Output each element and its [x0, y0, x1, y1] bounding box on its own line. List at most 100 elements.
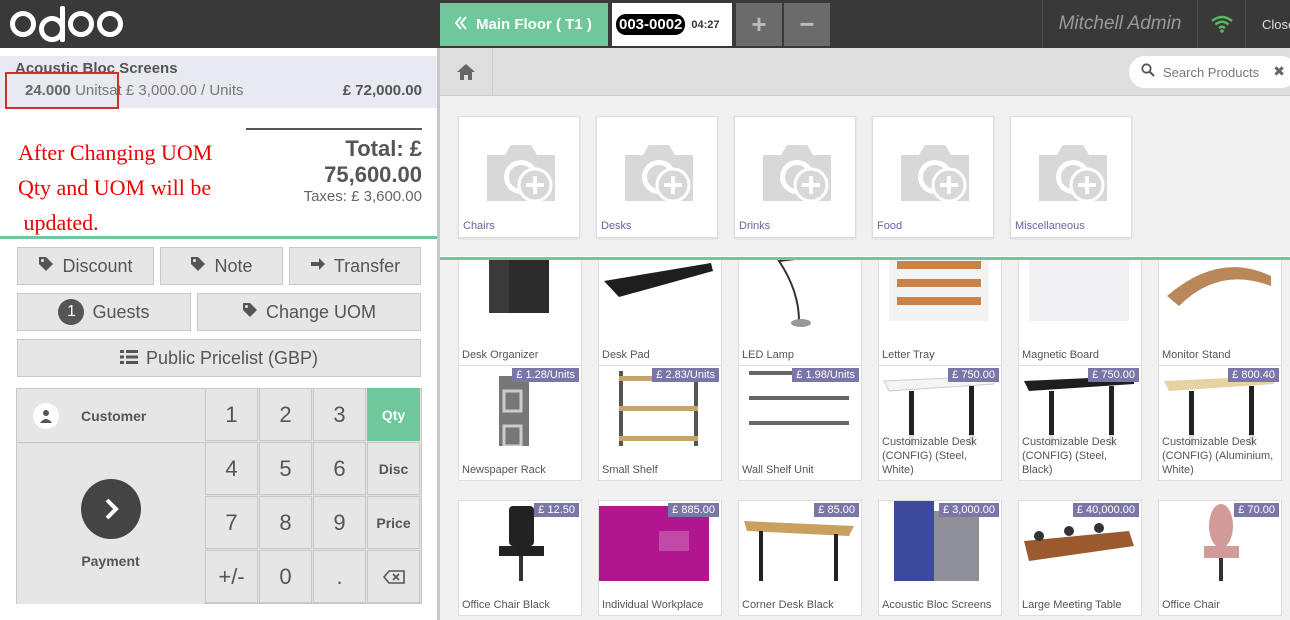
product-card[interactable]: £ 750.00 Customizable Desk (CONFIG) (Stee… — [1018, 365, 1142, 481]
product-card[interactable]: £ 800.40 Customizable Desk (CONFIG) (Alum… — [1158, 365, 1282, 481]
product-price-tag: £ 750.00 — [948, 368, 999, 382]
double-chevron-left-icon — [454, 15, 468, 34]
numpad-key-8[interactable]: 8 — [259, 496, 312, 549]
discount-button[interactable]: Discount — [17, 247, 154, 285]
product-card[interactable]: £ 1.28/Units Newspaper Rack — [458, 365, 582, 481]
product-card[interactable]: Desk Organizer — [458, 260, 582, 366]
numpad-key-4[interactable]: 4 — [205, 442, 258, 495]
product-card[interactable]: Monitor Stand — [1158, 260, 1282, 366]
numpad-key-1[interactable]: 1 — [205, 388, 258, 441]
numpad-key-dot[interactable]: . — [313, 550, 366, 603]
product-price-tag: £ 800.40 — [1228, 368, 1279, 382]
product-price-tag: £ 3,000.00 — [939, 503, 999, 517]
numpad-key-5[interactable]: 5 — [259, 442, 312, 495]
product-price-tag: £ 885.00 — [668, 503, 719, 517]
product-name: Magnetic Board — [1022, 348, 1138, 362]
product-name: Desk Organizer — [462, 348, 578, 362]
chevron-right-icon — [80, 479, 141, 539]
product-image — [489, 260, 549, 313]
category-card-food[interactable]: Food — [872, 116, 994, 238]
clear-search-icon[interactable]: ✖ — [1273, 63, 1285, 80]
guests-count: 1 — [58, 299, 85, 325]
numpad-key-9[interactable]: 9 — [313, 496, 366, 549]
product-card[interactable]: £ 12.50 Office Chair Black — [458, 500, 582, 616]
category-card-desks[interactable]: Desks — [596, 116, 718, 238]
disc-mode-button[interactable]: Disc — [367, 442, 420, 495]
order-time: 04:27 — [691, 18, 720, 31]
category-list: Chairs Desks Drinks Food Miscellaneous — [440, 96, 1290, 256]
numpad-key-7[interactable]: 7 — [205, 496, 258, 549]
annotation-line-1: After Changing UOM — [18, 140, 213, 165]
odoo-logo — [10, 6, 123, 42]
product-card[interactable]: Desk Pad — [598, 260, 722, 366]
numpad-key-plus-minus[interactable]: +/- — [205, 550, 258, 603]
order-tab[interactable]: 003-0002 04:27 — [612, 3, 732, 46]
product-card[interactable]: Magnetic Board — [1018, 260, 1142, 366]
category-card-miscellaneous[interactable]: Miscellaneous — [1010, 116, 1132, 238]
product-price-tag: £ 12.50 — [534, 503, 579, 517]
user-name[interactable]: Mitchell Admin — [1042, 0, 1197, 48]
change-uom-label: Change UOM — [265, 301, 377, 322]
payment-button[interactable]: Payment — [17, 444, 204, 604]
product-name: Desk Pad — [602, 348, 718, 362]
product-card[interactable]: £ 85.00 Corner Desk Black — [738, 500, 862, 616]
product-name: Customizable Desk (CONFIG) (Steel, White… — [882, 435, 998, 477]
product-price-tag: £ 750.00 — [1088, 368, 1139, 382]
product-card[interactable]: £ 1.98/Units Wall Shelf Unit — [738, 365, 862, 481]
product-price-tag: £ 2.83/Units — [652, 368, 719, 382]
product-name: Wall Shelf Unit — [742, 463, 858, 477]
category-card-chairs[interactable]: Chairs — [458, 116, 580, 238]
category-card-drinks[interactable]: Drinks — [734, 116, 856, 238]
qty-mode-button[interactable]: Qty — [367, 388, 420, 441]
customer-button[interactable]: Customer — [17, 389, 204, 443]
product-name: Customizable Desk (CONFIG) (Aluminium, W… — [1162, 435, 1278, 477]
search-box[interactable]: ✖ — [1128, 55, 1290, 89]
product-image — [777, 260, 811, 327]
backspace-icon — [382, 564, 405, 590]
remove-order-button[interactable]: − — [784, 3, 830, 46]
annotation-line-3: updated. — [18, 210, 99, 235]
product-card[interactable]: £ 750.00 Customizable Desk (CONFIG) (Stee… — [878, 365, 1002, 481]
guests-button[interactable]: 1 Guests — [17, 293, 191, 331]
order-taxes: Taxes: £ 3,600.00 — [303, 188, 422, 205]
note-button[interactable]: Note — [160, 247, 283, 285]
numpad-key-2[interactable]: 2 — [259, 388, 312, 441]
price-mode-button[interactable]: Price — [367, 496, 420, 549]
search-icon — [1141, 62, 1155, 82]
add-order-button[interactable]: + — [736, 3, 782, 46]
product-card[interactable]: Letter Tray — [878, 260, 1002, 366]
list-icon — [119, 348, 138, 369]
product-card[interactable]: £ 885.00 Individual Workplace — [598, 500, 722, 616]
note-label: Note — [214, 255, 253, 276]
wifi-icon[interactable] — [1197, 0, 1245, 48]
category-label: Food — [877, 220, 903, 232]
pricelist-button[interactable]: Public Pricelist (GBP) — [17, 339, 421, 377]
close-button[interactable]: Close — [1245, 0, 1290, 48]
product-card[interactable]: LED Lamp — [738, 260, 862, 366]
product-price-tag: £ 40,000.00 — [1072, 503, 1139, 517]
numpad-key-3[interactable]: 3 — [313, 388, 366, 441]
numpad-key-0[interactable]: 0 — [259, 550, 312, 603]
home-icon[interactable] — [440, 48, 493, 96]
backspace-button[interactable] — [367, 550, 420, 603]
product-card[interactable]: £ 70.00 Office Chair — [1158, 500, 1282, 616]
transfer-button[interactable]: Transfer — [289, 247, 421, 285]
annotation-text: After Changing UOM Qty and UOM will be u… — [18, 135, 212, 240]
numpad-key-6[interactable]: 6 — [313, 442, 366, 495]
product-name: Letter Tray — [882, 348, 998, 362]
floor-button-label: Main Floor ( T1 ) — [476, 16, 592, 33]
product-card[interactable]: £ 40,000.00 Large Meeting Table — [1018, 500, 1142, 616]
search-input[interactable] — [1163, 64, 1263, 80]
camera-plus-icon — [1033, 133, 1113, 218]
camera-plus-icon — [619, 133, 699, 218]
product-card[interactable]: £ 2.83/Units Small Shelf — [598, 365, 722, 481]
change-uom-button[interactable]: Change UOM — [197, 293, 421, 331]
product-name: Customizable Desk (CONFIG) (Steel, Black… — [1022, 435, 1138, 477]
product-price-tag: £ 1.28/Units — [512, 368, 579, 382]
product-image — [889, 260, 989, 321]
product-card[interactable]: £ 3,000.00 Acoustic Bloc Screens — [878, 500, 1002, 616]
product-name: Office Chair — [1162, 598, 1278, 612]
tag-icon — [242, 302, 258, 323]
customer-label: Customer — [81, 407, 147, 424]
floor-button[interactable]: Main Floor ( T1 ) — [440, 3, 608, 46]
